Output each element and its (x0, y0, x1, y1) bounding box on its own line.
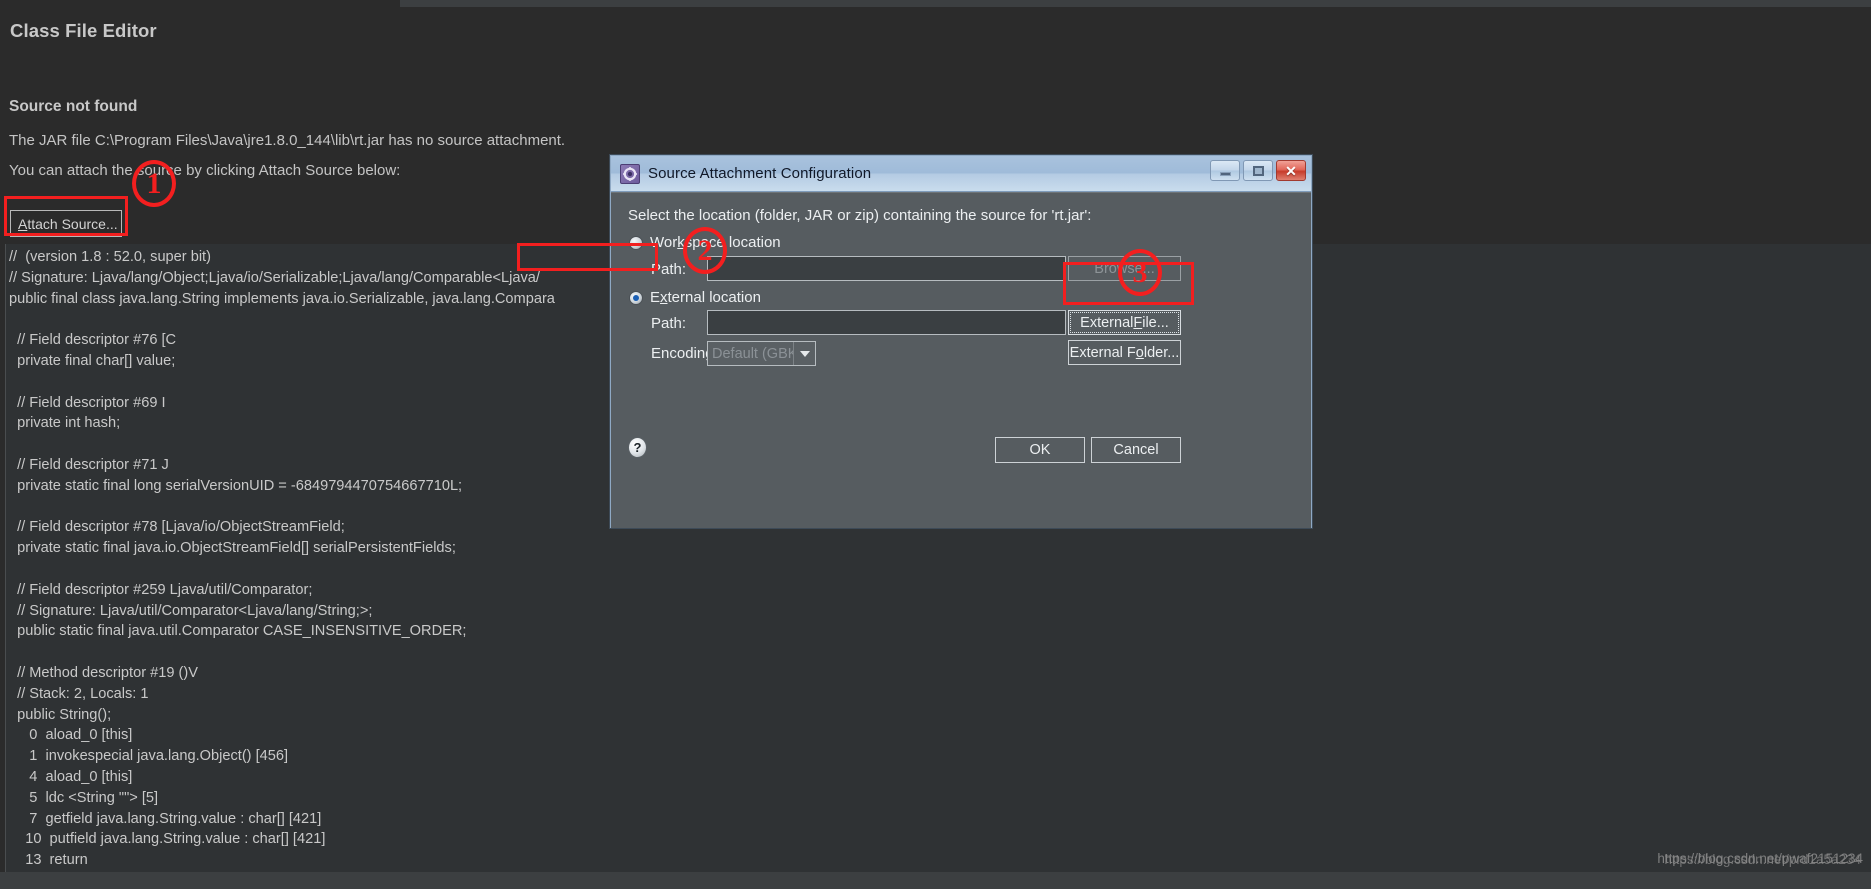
maximize-icon (1252, 165, 1264, 176)
code-line: 10 putfield java.lang.String.value : cha… (9, 831, 326, 848)
code-line: 1 invokespecial java.lang.Object() [456] (9, 748, 289, 765)
workspace-location-radio[interactable]: Workspace location (629, 234, 781, 251)
minimize-button[interactable] (1210, 160, 1240, 181)
code-line: private final char[] value; (9, 352, 176, 369)
external-location-radio[interactable]: External location (629, 289, 761, 306)
code-line: 4 aload_0 [this] (9, 768, 133, 785)
code-line: // Field descriptor #259 Ljava/util/Comp… (9, 581, 313, 598)
code-line: // (version 1.8 : 52.0, super bit) (9, 249, 211, 265)
close-button[interactable]: ✕ (1276, 160, 1306, 181)
close-icon: ✕ (1285, 162, 1297, 179)
code-line: public static final java.util.Comparator… (9, 623, 467, 640)
code-line: 0 aload_0 [this] (9, 727, 133, 744)
eclipse-gear-icon (620, 163, 640, 184)
minimize-icon (1219, 171, 1231, 176)
code-line: // Field descriptor #69 I (9, 394, 166, 411)
attach-source-button[interactable]: Attach Source... (10, 210, 122, 237)
code-line: // Stack: 2, Locals: 1 (9, 685, 149, 702)
cancel-button[interactable]: Cancel (1091, 437, 1181, 463)
browse-button[interactable]: Browse... (1068, 256, 1181, 281)
code-gutter (0, 244, 6, 872)
code-line: private static final java.io.ObjectStrea… (9, 540, 456, 557)
workspace-path-label: Path: (651, 261, 687, 278)
code-line: // Method descriptor #19 ()V (9, 664, 198, 681)
encoding-value: Default (GBK) (712, 345, 793, 362)
code-line: // Signature: Ljava/util/Comparator<Ljav… (9, 602, 373, 619)
external-path-input[interactable] (707, 310, 1066, 335)
code-line: 5 ldc <String ""> [5] (9, 789, 159, 806)
code-line: // Field descriptor #71 J (9, 456, 169, 473)
ok-button[interactable]: OK (995, 437, 1085, 463)
dialog-title: Source Attachment Configuration (648, 165, 872, 182)
encoding-select[interactable]: Default (GBK) (707, 341, 816, 366)
code-line: private int hash; (9, 415, 121, 432)
external-file-button[interactable]: External File... (1068, 310, 1181, 335)
maximize-button[interactable] (1243, 160, 1273, 181)
external-location-label: External location (650, 289, 761, 306)
source-not-found-heading: Source not found (9, 98, 138, 115)
attach-hint-text: You can attach the source by clicking At… (9, 162, 401, 179)
jar-info-text: The JAR file C:\Program Files\Java\jre1.… (9, 132, 566, 149)
page-title: Class File Editor (10, 20, 157, 41)
code-line: private static final long serialVersionU… (9, 477, 463, 494)
help-icon[interactable]: ? (628, 437, 647, 458)
chevron-down-icon[interactable] (793, 342, 815, 365)
code-line: 13 return (9, 852, 88, 869)
external-path-label: Path: (651, 315, 687, 332)
radio-checked-icon (629, 290, 643, 305)
attach-source-label: ttach Source... (27, 215, 118, 232)
workspace-location-label: Workspace location (650, 234, 781, 251)
code-line: public String(); (9, 706, 112, 723)
workspace-path-input[interactable] (707, 256, 1066, 281)
code-line: // Field descriptor #76 [C (9, 332, 177, 349)
watermark-line-b: https://blog.csdn.net/prd1a5a234 (1664, 852, 1861, 867)
code-line: public final class java.lang.String impl… (9, 290, 555, 307)
app-root: Class File Editor Source not found The J… (0, 0, 1871, 889)
external-folder-button[interactable]: External Fo lder... (1068, 340, 1181, 365)
watermark: https://blog.csdn.net/pwaf2151234 https:… (1563, 851, 1863, 871)
window-controls: ✕ (1210, 160, 1306, 181)
attach-source-mnemonic: A (18, 215, 28, 232)
code-line: // Field descriptor #78 [Ljava/io/Object… (9, 519, 345, 536)
dialog-prompt: Select the location (folder, JAR or zip)… (628, 207, 1092, 224)
dialog-title-bar[interactable]: Source Attachment Configuration ✕ (611, 156, 1311, 192)
bytecode-text: // (version 1.8 : 52.0, super bit) // Sig… (9, 247, 555, 871)
status-bar (0, 872, 1871, 889)
code-line: // Signature: Ljava/lang/Object;Ljava/io… (9, 269, 540, 286)
editor-tab-strip (0, 0, 1871, 7)
dialog-body: Select the location (folder, JAR or zip)… (611, 192, 1311, 528)
radio-unchecked-icon (629, 235, 643, 250)
code-line: 7 getfield java.lang.String.value : char… (9, 810, 322, 827)
editor-tab-active[interactable] (0, 0, 400, 7)
source-attachment-dialog: Source Attachment Configuration ✕ Select… (610, 155, 1312, 528)
